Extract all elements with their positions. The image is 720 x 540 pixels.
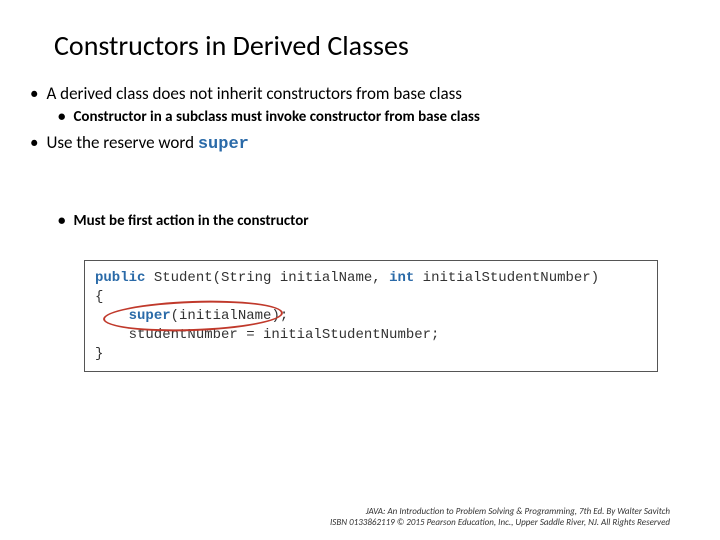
footer-line: ISBN 0133862119 © 2015 Pearson Education… <box>330 517 670 528</box>
bullet-dot-icon: • <box>30 132 38 154</box>
bullet-level1: • Use the reserve word super <box>30 132 690 154</box>
code-line: } <box>95 345 647 364</box>
bullet-dot-icon: • <box>30 83 38 104</box>
code-line: public Student(String initialName, int i… <box>95 269 647 288</box>
footer-line: JAVA: An Introduction to Problem Solving… <box>330 506 670 517</box>
slide-title: Constructors in Derived Classes <box>54 28 690 63</box>
code-line: { <box>95 288 647 307</box>
bullet-level1: • A derived class does not inherit const… <box>30 83 690 104</box>
code-line: super(initialName); <box>95 307 647 326</box>
bullet-text: Constructor in a subclass must invoke co… <box>73 108 479 126</box>
bullet-text: A derived class does not inherit constru… <box>46 83 461 104</box>
code-text: (initialName); <box>171 308 289 324</box>
code-text: initialStudentNumber) <box>414 270 599 286</box>
spacer <box>30 234 690 252</box>
code-keyword: super <box>129 308 171 324</box>
code-keyword-super: super <box>198 135 249 154</box>
slide-body: Constructors in Derived Classes • A deri… <box>0 0 720 372</box>
spacer <box>30 158 690 208</box>
bullet-level2: • Constructor in a subclass must invoke … <box>58 108 690 126</box>
code-snippet-box: public Student(String initialName, int i… <box>84 260 658 372</box>
bullet-text: Use the reserve word super <box>46 132 248 154</box>
code-keyword: public <box>95 270 145 286</box>
slide-footer: JAVA: An Introduction to Problem Solving… <box>330 506 670 529</box>
bullet-dot-icon: • <box>58 212 65 230</box>
code-keyword: int <box>389 270 414 286</box>
bullet-level2: • Must be first action in the constructo… <box>58 212 690 230</box>
code-line: studentNumber = initialStudentNumber; <box>95 326 647 345</box>
bullet-text-pre: Use the reserve word <box>46 132 197 153</box>
bullet-text: Must be first action in the constructor <box>73 212 308 230</box>
bullet-dot-icon: • <box>58 108 65 126</box>
code-text: Student(String initialName, <box>145 270 389 286</box>
code-indent <box>95 308 129 324</box>
